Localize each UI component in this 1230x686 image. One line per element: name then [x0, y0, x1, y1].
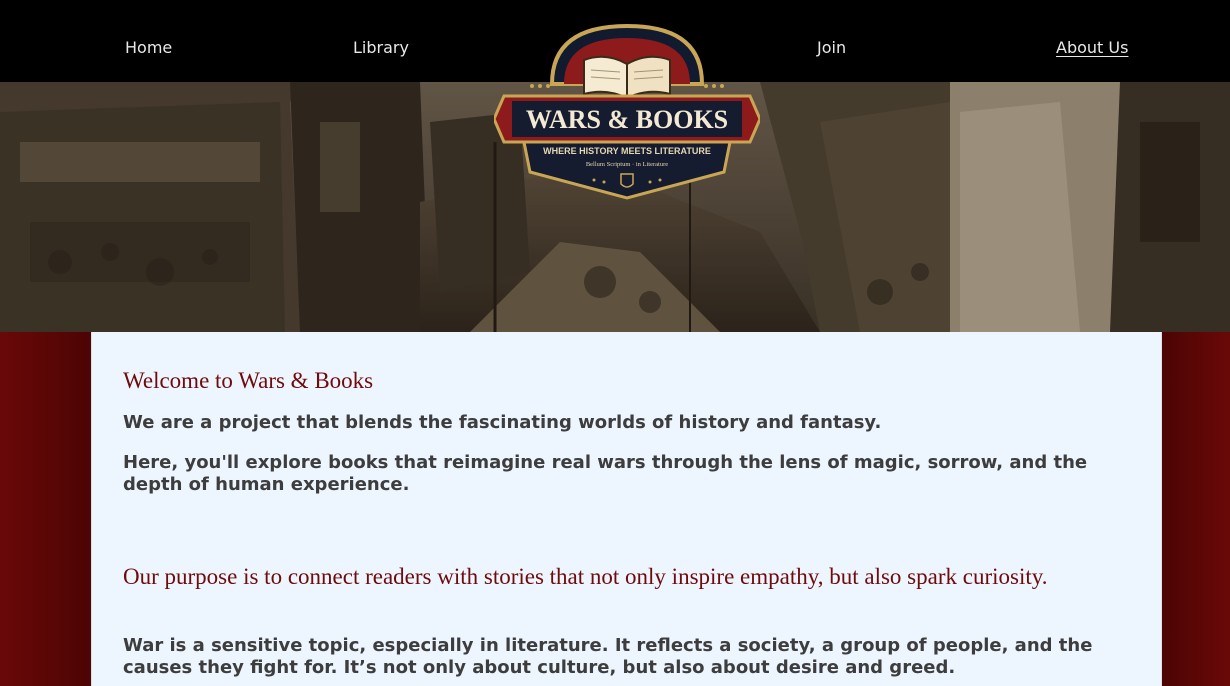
- nav-join[interactable]: Join: [817, 38, 846, 57]
- purpose-heading: Our purpose is to connect readers with s…: [123, 564, 1048, 589]
- left-border: [0, 332, 92, 686]
- open-book-icon: [583, 55, 671, 100]
- nav-home[interactable]: Home: [125, 38, 172, 57]
- welcome-heading: Welcome to Wars & Books: [123, 368, 374, 393]
- intro-paragraph-2: Here, you'll explore books that reimagin…: [123, 452, 1088, 495]
- nav-about-us[interactable]: About Us: [1056, 38, 1128, 57]
- purpose-paragraph: War is a sensitive topic, especially in …: [123, 635, 1093, 678]
- nav-library[interactable]: Library: [353, 38, 409, 57]
- content-panel: Welcome to Wars & Books We are a project…: [91, 332, 1162, 686]
- right-border: [1162, 332, 1230, 686]
- logo-tagline: WHERE HISTORY MEETS LITERATURE: [543, 146, 711, 156]
- intro-paragraph-1: We are a project that blends the fascina…: [123, 412, 882, 433]
- logo-motto: Bellum Scriptum · in Literature: [586, 161, 668, 168]
- brand-logo[interactable]: WARS & BOOKS WHERE HISTORY MEETS LITERAT…: [492, 22, 762, 200]
- logo-title: WARS & BOOKS: [526, 105, 728, 134]
